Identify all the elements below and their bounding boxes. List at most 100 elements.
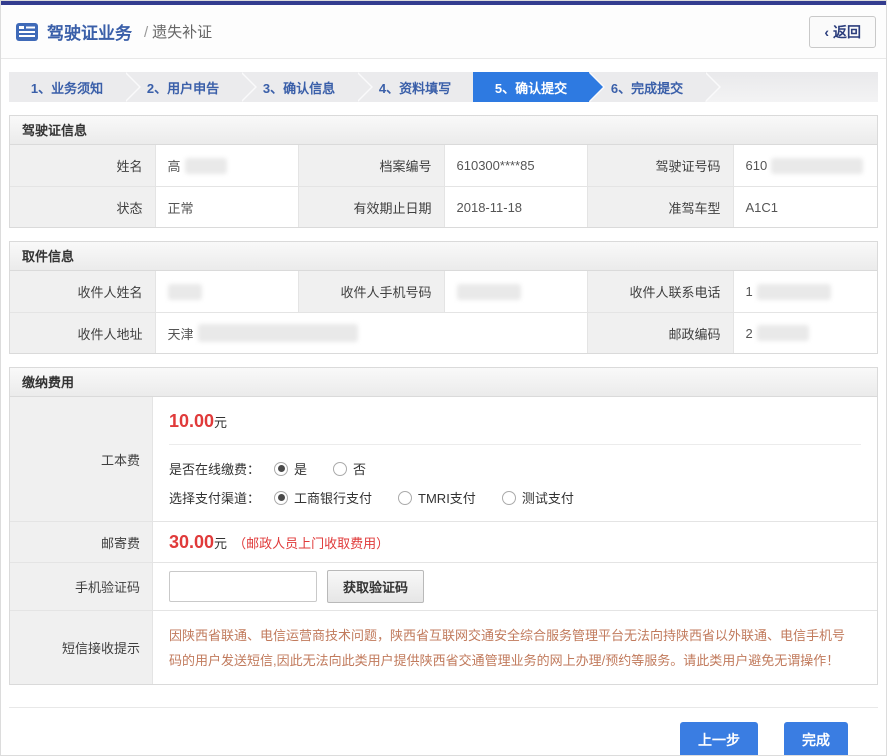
- license-no-label: 驾驶证号码: [588, 145, 733, 186]
- back-label: 返回: [833, 24, 861, 40]
- address-redacted-blur: [198, 324, 358, 342]
- sms-tip-text: 因陕西省联通、电信运营商技术问题，陕西省互联网交通安全综合服务管理平台无法向持陕…: [169, 613, 861, 684]
- fees-table: 工本费 10.00元 是否在线缴费： 是 否 选择支付渠道： 工商银行支付 TM…: [10, 397, 877, 684]
- captcha-input[interactable]: [169, 571, 317, 602]
- license-row-2: 状态 正常 有效期止日期 2018-11-18 准驾车型 A1C1: [10, 186, 877, 227]
- mail-fee-amount: 30.00: [169, 532, 214, 553]
- file-no-label: 档案编号: [299, 145, 444, 186]
- pickup-section-title: 取件信息: [10, 242, 877, 271]
- name-label: 姓名: [10, 145, 155, 186]
- mail-fee-unit: 元: [214, 533, 227, 552]
- recipient-name-redacted-blur: [168, 284, 202, 300]
- step-4-fill-materials[interactable]: 4、资料填写: [357, 72, 473, 102]
- license-no-text: 610: [746, 158, 768, 173]
- pickup-info-section: 取件信息 收件人姓名 收件人手机号码 收件人联系电话 1 收件人地址 天津 邮政…: [9, 241, 878, 354]
- channel-test-label: 测试支付: [522, 488, 574, 507]
- recipient-mobile-label: 收件人手机号码: [299, 271, 444, 312]
- step-bar-filler: [705, 72, 878, 102]
- recipient-mobile-value: [444, 271, 589, 312]
- online-pay-no-label: 否: [353, 459, 366, 478]
- radio-tmri-icon[interactable]: [398, 491, 412, 505]
- step-6-complete-submit[interactable]: 6、完成提交: [589, 72, 705, 102]
- header-title-group: 驾驶证业务 /遗失补证: [15, 19, 212, 44]
- radio-test-icon[interactable]: [502, 491, 516, 505]
- fee-divider: [169, 444, 861, 445]
- production-fee-label: 工本费: [10, 397, 152, 521]
- channel-option-icbc[interactable]: 工商银行支付: [274, 488, 372, 507]
- recipient-mobile-redacted-blur: [457, 284, 521, 300]
- name-value: 高: [155, 145, 300, 186]
- license-no-value: 610: [733, 145, 878, 186]
- online-pay-row: 是否在线缴费： 是 否: [169, 459, 861, 478]
- name-text: 高: [168, 156, 181, 175]
- step-3-confirm-info[interactable]: 3、确认信息: [241, 72, 357, 102]
- captcha-cell: 获取验证码: [152, 562, 877, 610]
- channel-option-test[interactable]: 测试支付: [502, 488, 574, 507]
- production-fee-amount-line: 10.00元: [169, 411, 861, 432]
- address-text: 天津: [168, 324, 194, 343]
- step-1-business-notice[interactable]: 1、业务须知: [9, 72, 125, 102]
- page: 驾驶证业务 /遗失补证 ‹返回 1、业务须知 2、用户申告 3、确认信息 4、资…: [0, 0, 887, 756]
- recipient-name-value: [155, 271, 300, 312]
- recipient-name-label: 收件人姓名: [10, 271, 155, 312]
- breadcrumb: /遗失补证: [140, 21, 212, 42]
- postcode-label: 邮政编码: [588, 312, 733, 353]
- production-fee-cell: 10.00元 是否在线缴费： 是 否 选择支付渠道： 工商银行支付 TMRI支付…: [152, 397, 877, 521]
- mail-fee-label: 邮寄费: [10, 521, 152, 562]
- get-captcha-button[interactable]: 获取验证码: [327, 570, 424, 603]
- pickup-row-2: 收件人地址 天津 邮政编码 2: [10, 312, 877, 353]
- production-fee-amount: 10.00: [169, 411, 214, 431]
- recipient-phone-value: 1: [733, 271, 878, 312]
- vehicle-type-label: 准驾车型: [588, 186, 733, 227]
- back-button[interactable]: ‹返回: [809, 16, 876, 48]
- mail-fee-cell: 30.00元 （邮政人员上门收取费用）: [152, 521, 877, 562]
- finish-button[interactable]: 完成: [784, 722, 848, 756]
- address-label: 收件人地址: [10, 312, 155, 353]
- postcode-text: 2: [746, 326, 753, 341]
- step-2-user-declaration[interactable]: 2、用户申告: [125, 72, 241, 102]
- pay-channel-row: 选择支付渠道： 工商银行支付 TMRI支付 测试支付: [169, 488, 861, 507]
- mail-fee-note: （邮政人员上门收取费用）: [233, 533, 389, 552]
- footer-actions: 上一步 完成: [9, 707, 878, 756]
- postcode-redacted-blur: [757, 325, 809, 341]
- license-info-section: 驾驶证信息 姓名 高 档案编号 610300****85 驾驶证号码 610 状…: [9, 115, 878, 228]
- back-chevron-icon: ‹: [824, 24, 829, 40]
- license-section-title: 驾驶证信息: [10, 116, 877, 145]
- radio-icbc-icon[interactable]: [274, 491, 288, 505]
- captcha-label: 手机验证码: [10, 562, 152, 610]
- pickup-row-1: 收件人姓名 收件人手机号码 收件人联系电话 1: [10, 271, 877, 312]
- online-pay-option-no[interactable]: 否: [333, 459, 366, 478]
- page-title: 驾驶证业务: [47, 19, 132, 44]
- file-no-value: 610300****85: [444, 145, 589, 186]
- online-pay-yes-label: 是: [294, 459, 307, 478]
- step-wizard: 1、业务须知 2、用户申告 3、确认信息 4、资料填写 5、确认提交 6、完成提…: [9, 72, 878, 102]
- address-value: 天津: [155, 312, 589, 353]
- online-pay-option-yes[interactable]: 是: [274, 459, 307, 478]
- previous-step-button[interactable]: 上一步: [680, 722, 758, 756]
- expiry-label: 有效期止日期: [299, 186, 444, 227]
- vehicle-type-value: A1C1: [733, 186, 878, 227]
- recipient-phone-label: 收件人联系电话: [588, 271, 733, 312]
- fees-section: 缴纳费用 工本费 10.00元 是否在线缴费： 是 否 选择支付渠道： 工商银行…: [9, 367, 878, 685]
- online-pay-label: 是否在线缴费：: [169, 459, 260, 478]
- radio-no-icon[interactable]: [333, 462, 347, 476]
- channel-icbc-label: 工商银行支付: [294, 488, 372, 507]
- channel-option-tmri[interactable]: TMRI支付: [398, 488, 476, 507]
- pay-channel-label: 选择支付渠道：: [169, 488, 260, 507]
- expiry-value: 2018-11-18: [444, 186, 589, 227]
- name-redacted-blur: [185, 158, 227, 174]
- radio-yes-icon[interactable]: [274, 462, 288, 476]
- recipient-phone-redacted-blur: [757, 284, 831, 300]
- license-row-1: 姓名 高 档案编号 610300****85 驾驶证号码 610: [10, 145, 877, 186]
- license-menu-icon: [15, 22, 39, 42]
- status-label: 状态: [10, 186, 155, 227]
- sms-tip-label: 短信接收提示: [10, 610, 152, 684]
- header: 驾驶证业务 /遗失补证 ‹返回: [1, 5, 886, 59]
- sms-tip-cell: 因陕西省联通、电信运营商技术问题，陕西省互联网交通安全综合服务管理平台无法向持陕…: [152, 610, 877, 684]
- production-fee-unit: 元: [214, 415, 227, 430]
- fees-section-title: 缴纳费用: [10, 368, 877, 397]
- recipient-phone-text: 1: [746, 284, 753, 299]
- breadcrumb-current: 遗失补证: [152, 24, 212, 41]
- postcode-value: 2: [733, 312, 878, 353]
- step-5-confirm-submit[interactable]: 5、确认提交: [473, 72, 589, 102]
